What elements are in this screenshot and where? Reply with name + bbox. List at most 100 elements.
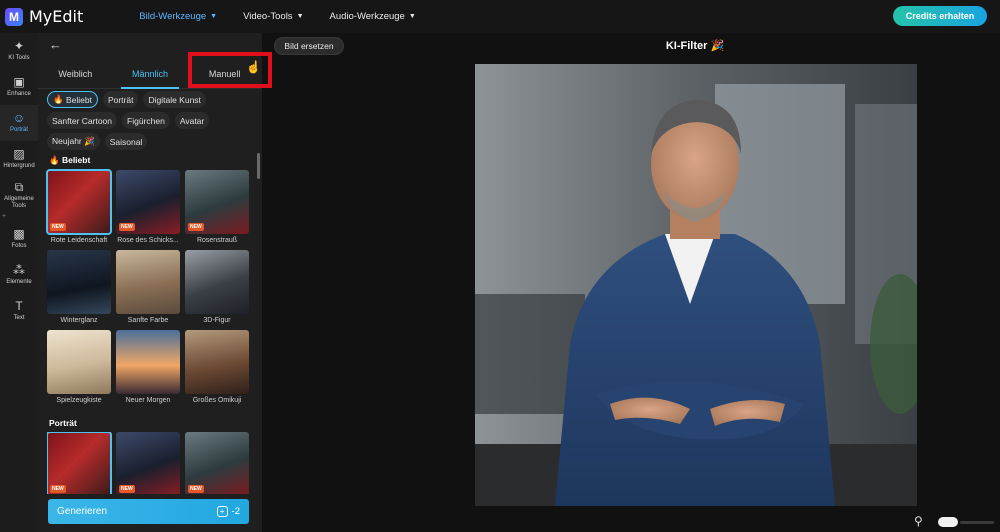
gender-tabs: Weiblich Männlich Manuell	[38, 59, 262, 89]
toggle-knob	[938, 517, 958, 527]
fire-icon: 🔥	[53, 94, 66, 104]
style-card[interactable]: NEW Rosenstrauß	[185, 170, 249, 247]
background-icon: ▨	[13, 147, 25, 162]
new-badge: NEW	[188, 223, 204, 231]
chip-portrait[interactable]: Porträt	[102, 91, 139, 108]
canvas-title: KI-Filter 🎉	[665, 40, 725, 52]
tab-maennlich[interactable]: Männlich	[113, 59, 188, 89]
style-card[interactable]: NEW	[185, 432, 249, 494]
chevron-down-icon: ▼	[296, 13, 304, 20]
text-icon: T	[15, 299, 23, 314]
style-label: Großes Omikuji	[192, 397, 242, 404]
chip-saisonal[interactable]: Saisonal	[104, 133, 148, 150]
style-thumbnail: NEW	[116, 432, 180, 494]
app-name: MyEdit	[29, 7, 84, 26]
style-thumbnail	[116, 250, 180, 314]
panel-scrollbar[interactable]	[257, 153, 260, 179]
rail-item-hintergrund[interactable]: ▨ Hintergrund	[0, 141, 38, 177]
style-label: Neuer Morgen	[125, 397, 171, 404]
new-badge: NEW	[119, 223, 135, 231]
filter-panel: ← Weiblich Männlich Manuell 🔥 Beliebt Po…	[38, 33, 262, 532]
tab-label: Manuell	[208, 68, 241, 79]
style-thumbnail	[185, 250, 249, 314]
rail-item-portrait[interactable]: ☺ Porträt	[0, 105, 38, 141]
rail-label: Elemente	[6, 279, 32, 286]
section-label: Beliebt	[61, 155, 91, 165]
back-arrow-icon[interactable]: ←	[49, 37, 62, 52]
style-thumbnail	[47, 250, 111, 314]
rail-label: Fotos	[11, 243, 27, 250]
rail-item-allgemeine-tools[interactable]: ⧉ Allgemeine Tools	[0, 177, 38, 213]
rail-label: KI Tools	[8, 55, 30, 62]
style-thumbnail: NEW	[185, 432, 249, 494]
generate-button[interactable]: Generieren + -2	[48, 499, 249, 524]
nav-video-tools[interactable]: Video-Tools ▼	[243, 11, 303, 22]
chip-label: Beliebt	[65, 94, 92, 105]
section-title-portrait: Porträt	[49, 418, 77, 428]
style-card[interactable]: 3D-Figur	[185, 250, 249, 327]
nav-label: Video-Tools	[243, 11, 293, 22]
credit-icon: +	[216, 506, 228, 517]
style-card[interactable]: Winterglanz	[47, 250, 111, 327]
add-icon[interactable]: +	[0, 213, 38, 221]
zoom-icon[interactable]: ⚲	[914, 514, 923, 528]
style-thumbnail: NEW	[116, 170, 180, 234]
style-card[interactable]: Spielzeugkiste	[47, 330, 111, 407]
chevron-down-icon: ▼	[408, 13, 416, 20]
chip-beliebt[interactable]: 🔥 Beliebt	[47, 91, 98, 108]
style-card[interactable]: NEW Rose des Schicks...	[116, 170, 180, 247]
tab-weiblich[interactable]: Weiblich	[38, 59, 113, 88]
app-logo[interactable]: M MyEdit	[5, 7, 83, 26]
chevron-down-icon: ▼	[210, 13, 218, 20]
chip-avatar[interactable]: Avatar	[174, 112, 210, 129]
chip-neujahr[interactable]: Neujahr 🎉	[47, 133, 100, 150]
category-chips: 🔥 Beliebt Porträt Digitale Kunst Sanfter…	[47, 91, 257, 150]
tools-icon: ⧉	[14, 180, 24, 195]
style-card[interactable]: NEW	[47, 432, 112, 494]
chip-sanfter-cartoon[interactable]: Sanfter Cartoon	[47, 112, 118, 129]
rail-item-ki-tools[interactable]: ✦ KI Tools	[0, 33, 38, 69]
new-badge: NEW	[50, 223, 66, 231]
toggle-track	[960, 520, 994, 524]
rail-label: Porträt	[9, 127, 28, 134]
rail-item-elemente[interactable]: ⁂ Elemente	[0, 257, 38, 293]
generate-cost: + -2	[216, 506, 240, 517]
beliebt-grid: NEW Rote Leidenschaft NEW Rose des Schic…	[46, 169, 251, 407]
nav-label: Audio-Werkzeuge	[329, 11, 405, 22]
style-thumbnail	[47, 330, 111, 394]
mouse-cursor-icon: ☝	[246, 60, 261, 74]
style-card[interactable]: Sanfte Farbe	[116, 250, 180, 327]
replace-image-button[interactable]: Bild ersetzen	[274, 37, 344, 55]
rail-item-fotos[interactable]: ▩ Fotos	[0, 221, 38, 257]
credits-button[interactable]: Credits erhalten	[893, 6, 987, 26]
chip-digitale-kunst[interactable]: Digitale Kunst	[143, 91, 206, 108]
section-title-beliebt: 🔥 Beliebt	[49, 155, 90, 166]
style-card[interactable]: Großes Omikuji	[185, 330, 249, 407]
chip-figuerchen[interactable]: Figürchen	[122, 112, 170, 129]
nav-audio-werkzeuge[interactable]: Audio-Werkzeuge ▼	[330, 11, 416, 22]
style-card[interactable]: NEW	[116, 432, 180, 494]
elements-icon: ⁂	[13, 263, 25, 278]
style-label: 3D-Figur	[203, 317, 231, 324]
photo-icon: ▩	[13, 227, 25, 242]
top-bar: M MyEdit Bild-Werkzeuge ▼ Video-Tools ▼ Au…	[0, 0, 1000, 33]
rail-item-text[interactable]: T Text	[0, 293, 38, 329]
style-card[interactable]: Neuer Morgen	[116, 330, 180, 407]
portrait-icon: ☺	[12, 111, 26, 126]
rail-item-enhance[interactable]: ▣ Enhance	[0, 69, 38, 105]
new-badge: NEW	[119, 485, 135, 493]
generate-label: Generieren	[57, 506, 108, 517]
style-thumbnail: NEW	[185, 170, 249, 234]
nav-bild-werkzeuge[interactable]: Bild-Werkzeuge ▼	[139, 11, 217, 22]
new-badge: NEW	[50, 485, 66, 493]
main-nav: Bild-Werkzeuge ▼ Video-Tools ▼ Audio-Werkz…	[139, 11, 416, 22]
style-card[interactable]: NEW Rote Leidenschaft	[46, 169, 112, 247]
enhance-icon: ▣	[13, 75, 25, 90]
style-thumbnail	[116, 330, 180, 394]
style-thumbnail	[185, 330, 249, 394]
compare-toggle[interactable]	[938, 517, 996, 527]
style-label: Sanfte Farbe	[127, 317, 169, 324]
rail-label: Allgemeine Tools	[4, 196, 34, 209]
portrait-photo	[475, 64, 917, 506]
portrait-grid: NEW NEW NEW	[47, 432, 251, 494]
